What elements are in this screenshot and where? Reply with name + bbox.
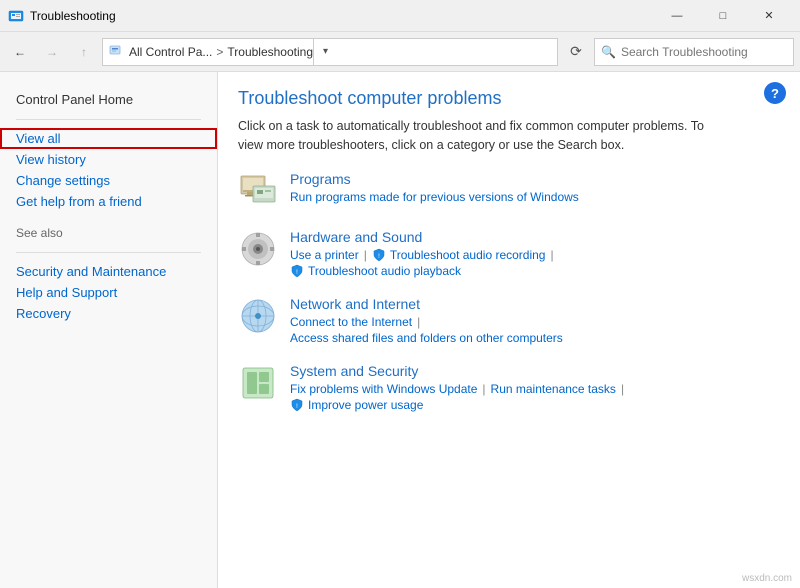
up-button[interactable]: ↑ [70,38,98,66]
programs-content: Programs Run programs made for previous … [290,171,780,204]
network-link-connect[interactable]: Connect to the Internet [290,315,412,329]
system-name[interactable]: System and Security [290,363,780,379]
hardware-links: Use a printer | ! Troubleshoot audio rec… [290,248,780,262]
sidebar-divider-2 [16,252,201,253]
network-links: Connect to the Internet | [290,315,780,329]
hardware-link-printer[interactable]: Use a printer [290,248,359,262]
category-network: Network and Internet Connect to the Inte… [238,296,780,345]
programs-icon [238,171,278,211]
main-container: Control Panel Home View all View history… [0,72,800,588]
address-dropdown[interactable]: ▾ [313,39,337,65]
hardware-link-audio-rec[interactable]: Troubleshoot audio recording [390,248,546,262]
watermark: wsxdn.com [742,573,792,584]
content-area: ? Troubleshoot computer problems Click o… [218,72,800,588]
network-link-shared[interactable]: Access shared files and folders on other… [290,331,563,345]
hardware-link-audio-play[interactable]: Troubleshoot audio playback [308,264,461,278]
hardware-links-2: ! Troubleshoot audio playback [290,264,780,278]
hardware-icon [238,229,278,269]
system-content: System and Security Fix problems with Wi… [290,363,780,412]
help-button[interactable]: ? [764,82,786,104]
refresh-button[interactable]: ⟳ [562,38,590,66]
search-box[interactable]: 🔍 [594,38,794,66]
system-link-power[interactable]: Improve power usage [308,398,423,412]
shield-icon-3: ! [290,398,304,412]
sidebar-security[interactable]: Security and Maintenance [0,261,217,282]
title-bar-icon [8,8,24,24]
sidebar-change-settings[interactable]: Change settings [0,170,217,191]
sidebar-divider-1 [16,119,201,120]
programs-desc: Run programs made for previous versions … [290,190,579,204]
system-icon [238,363,278,403]
category-system: System and Security Fix problems with Wi… [238,363,780,412]
system-links: Fix problems with Windows Update | Run m… [290,382,780,396]
sidebar-help-support[interactable]: Help and Support [0,282,217,303]
system-link-windows-update[interactable]: Fix problems with Windows Update [290,382,477,396]
title-bar: Troubleshooting — □ ✕ [0,0,800,32]
network-links-2: Access shared files and folders on other… [290,331,780,345]
close-button[interactable]: ✕ [746,0,792,32]
sidebar: Control Panel Home View all View history… [0,72,218,588]
search-input[interactable] [621,45,787,59]
title-bar-controls: — □ ✕ [654,0,792,32]
system-link-maintenance[interactable]: Run maintenance tasks [491,382,616,396]
category-hardware: Hardware and Sound Use a printer | ! Tro… [238,229,780,278]
network-icon [238,296,278,336]
breadcrumb-parent: All Control Pa... [129,45,212,59]
content-description: Click on a task to automatically trouble… [238,117,718,155]
system-links-2: ! Improve power usage [290,398,780,412]
hardware-content: Hardware and Sound Use a printer | ! Tro… [290,229,780,278]
programs-name[interactable]: Programs [290,171,780,187]
sidebar-recovery[interactable]: Recovery [0,303,217,324]
hardware-name[interactable]: Hardware and Sound [290,229,780,245]
minimize-button[interactable]: — [654,0,700,32]
forward-button[interactable]: → [38,38,66,66]
sidebar-home[interactable]: Control Panel Home [0,84,217,111]
sidebar-get-help[interactable]: Get help from a friend [0,191,217,212]
address-box[interactable]: All Control Pa... > Troubleshooting ▾ [102,38,558,66]
network-name[interactable]: Network and Internet [290,296,780,312]
back-button[interactable]: ← [6,38,34,66]
sidebar-view-all[interactable]: View all [0,128,217,149]
content-title: Troubleshoot computer problems [238,88,780,109]
address-bar: ← → ↑ All Control Pa... > Troubleshootin… [0,32,800,72]
shield-icon-2: ! [290,264,304,278]
title-bar-title: Troubleshooting [30,9,654,23]
search-icon: 🔍 [601,45,616,59]
network-content: Network and Internet Connect to the Inte… [290,296,780,345]
category-programs: Programs Run programs made for previous … [238,171,780,211]
see-also-label: See also [0,212,217,244]
sidebar-view-history[interactable]: View history [0,149,217,170]
programs-links: Run programs made for previous versions … [290,190,780,204]
maximize-button[interactable]: □ [700,0,746,32]
shield-icon-1: ! [372,248,386,262]
breadcrumb-current: Troubleshooting [227,45,313,59]
